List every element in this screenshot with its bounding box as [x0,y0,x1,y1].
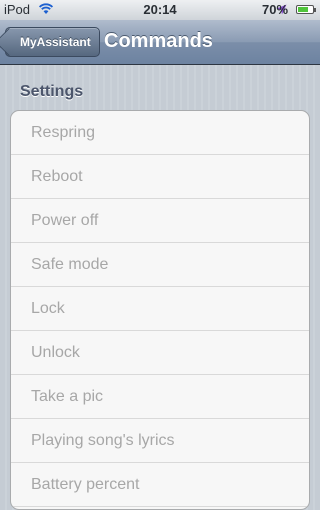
battery-tip [314,8,316,12]
back-button[interactable]: MyAssistant [5,27,100,57]
navigation-bar: MyAssistant Commands [0,20,320,65]
list-item-unlock[interactable]: Unlock [11,331,309,375]
page-title: Commands [104,30,213,52]
list-item-power-off[interactable]: Power off [11,199,309,243]
section-header-settings: Settings [20,83,84,100]
battery-fill [298,7,308,12]
list-item-battery-percent[interactable]: Battery percent [11,463,309,507]
list-item-lock[interactable]: Lock [11,287,309,331]
battery-icon [296,5,314,14]
list-item-reboot[interactable]: Reboot [11,155,309,199]
list-item-playing-songs-lyrics[interactable]: Playing song's lyrics [11,419,309,463]
commands-list: Respring Reboot Power off Safe mode Lock… [10,110,310,510]
back-button-label: MyAssistant [20,35,91,49]
list-item-safe-mode[interactable]: Safe mode [11,243,309,287]
list-item-respring[interactable]: Respring [11,111,309,155]
list-item-take-a-pic[interactable]: Take a pic [11,375,309,419]
status-bar: iPod 20:14 70% [0,0,320,20]
